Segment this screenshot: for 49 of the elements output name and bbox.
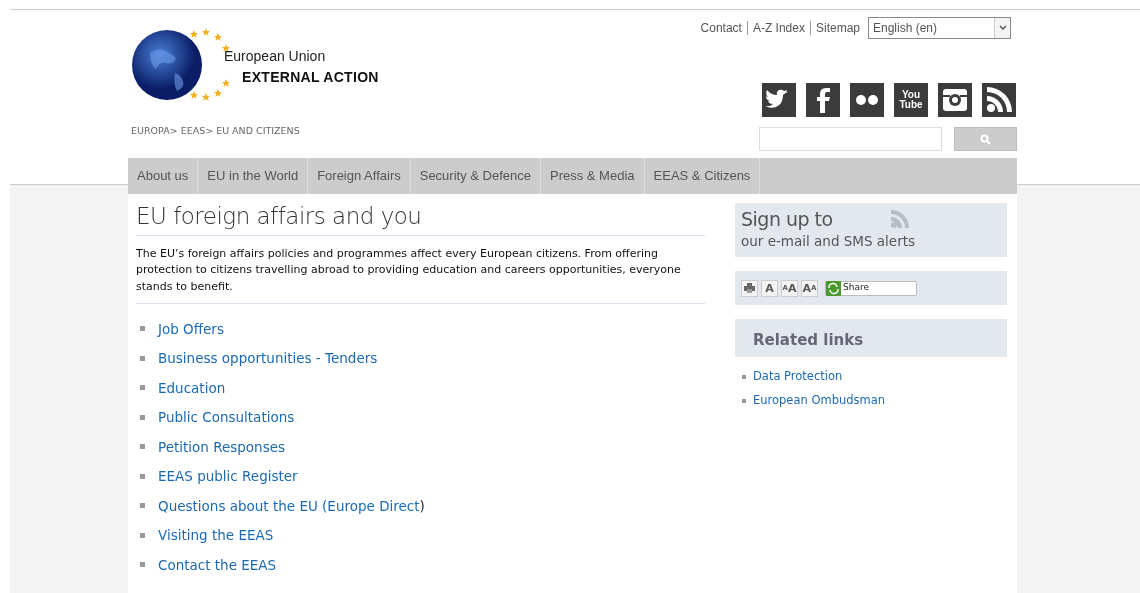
top-link[interactable]: A-Z Index [752, 19, 805, 37]
font-size-button[interactable]: A [761, 279, 778, 297]
bullet-icon [140, 326, 145, 332]
twitter-link[interactable] [762, 83, 796, 117]
list-link[interactable]: Business opportunities - Tenders [158, 348, 378, 369]
list-link[interactable]: Questions about the EU (Europe Direct [158, 495, 420, 516]
caret-icon [998, 25, 1007, 31]
bullet-icon [140, 355, 145, 361]
list-link[interactable]: EEAS public Register [158, 466, 298, 487]
bullet-icon [140, 385, 145, 391]
top-link[interactable]: Contact [700, 19, 742, 37]
bullet-icon [140, 473, 145, 479]
signup-banner[interactable]: Sign up to our e-mail and SMS alerts [735, 203, 1007, 257]
search-field[interactable] [759, 127, 942, 151]
search-icon [980, 133, 991, 145]
youtube-link[interactable]: You Tube [894, 83, 928, 117]
related-link[interactable]: European Ombudsman [753, 392, 886, 410]
share-button[interactable]: Share [825, 280, 917, 296]
related-link[interactable]: Data Protection [753, 368, 843, 386]
language-select[interactable]: English (en) [868, 17, 1011, 39]
list-link[interactable]: Education [158, 377, 226, 398]
list-link[interactable]: Job Offers [158, 318, 224, 339]
rss-link[interactable] [982, 83, 1016, 117]
top-link[interactable]: Sitemap [815, 19, 860, 37]
list-link[interactable]: Contact the EEAS [158, 554, 277, 575]
breadcrumb: EUROPA> EEAS> EU AND CITIZENS [131, 124, 300, 138]
bullet-icon [140, 444, 145, 450]
list-link[interactable]: Visiting the EEAS [158, 525, 274, 546]
print-button[interactable] [741, 279, 758, 297]
list-link[interactable]: Petition Responses [158, 436, 286, 457]
bullet-icon [742, 399, 746, 403]
facebook-link[interactable] [806, 83, 840, 117]
bullet-icon [140, 562, 145, 568]
rss-icon [890, 209, 910, 229]
list-link[interactable]: Public Consultations [158, 407, 295, 428]
logo-subtitle: EXTERNAL ACTION [242, 67, 379, 87]
intro-paragraph: The EU’s foreign affairs policies and programmes affect every European citizens. From offering protection to citizens travelling abroad to providing education and careers opportunities, everyone stands to benefit. [136, 245, 705, 305]
flickr-logo-icon [855, 94, 879, 106]
bullet-icon [742, 375, 746, 379]
bullet-icon [140, 414, 145, 420]
bullet-icon [140, 503, 145, 509]
flickr-link[interactable] [850, 83, 884, 117]
section-heading: Related links [735, 319, 1007, 357]
bullet-icon [140, 532, 145, 538]
share-icon [826, 280, 841, 296]
logo-title: European Union [224, 46, 327, 66]
page-title: EU foreign affairs and you [136, 203, 705, 236]
instagram-link[interactable] [938, 83, 972, 117]
bracket-text: ) [419, 496, 425, 516]
